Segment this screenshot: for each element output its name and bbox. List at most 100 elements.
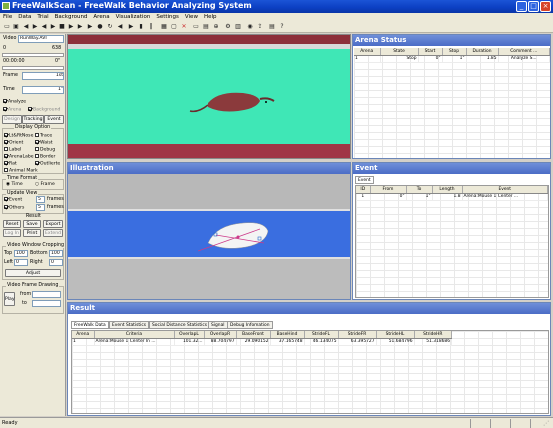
tab-tracking[interactable]: Tracking bbox=[22, 115, 44, 124]
col-overlap-r[interactable]: OverlapR bbox=[204, 331, 237, 339]
video-file-field[interactable]: RunWay.AVI bbox=[18, 35, 64, 43]
to-field[interactable] bbox=[32, 300, 61, 307]
end-icon[interactable]: ▶ bbox=[76, 23, 84, 31]
step-back-icon[interactable]: ◀ bbox=[40, 23, 48, 31]
table-row[interactable]: 1 Stop 0" 1" 1.85 Analyze S... bbox=[354, 55, 550, 63]
camera-icon[interactable]: ◉ bbox=[246, 23, 254, 31]
col-arena[interactable]: Arena bbox=[72, 331, 95, 339]
extend-button[interactable]: Extend bbox=[43, 229, 63, 237]
window-icon[interactable]: ▭ bbox=[192, 23, 200, 31]
option-label-cb[interactable]: Label bbox=[4, 147, 21, 153]
col-length[interactable]: Length bbox=[432, 186, 463, 194]
update-others-checkbox[interactable]: Others bbox=[4, 205, 24, 211]
time-slider[interactable] bbox=[2, 66, 64, 70]
layout-icon[interactable]: ▤ bbox=[202, 23, 210, 31]
save-button[interactable]: Save bbox=[23, 220, 41, 228]
play-forward-icon[interactable]: ▶ bbox=[49, 23, 57, 31]
next-icon[interactable]: ▶ bbox=[127, 23, 135, 31]
video-view[interactable] bbox=[67, 34, 351, 159]
tab-event-statistics[interactable]: Event Statistics bbox=[109, 321, 150, 329]
arena-icon[interactable]: ▢ bbox=[170, 23, 178, 31]
left-field[interactable]: 0 bbox=[14, 259, 28, 266]
col-from[interactable]: From bbox=[370, 186, 407, 194]
maximize-button[interactable]: □ bbox=[528, 1, 539, 12]
menu-trial[interactable]: Trial bbox=[34, 13, 51, 20]
col-start[interactable]: Start bbox=[418, 48, 443, 56]
col-state[interactable]: State bbox=[380, 48, 419, 56]
table-row[interactable]: 1 Arena:Mouse 1 Center In ... 101.32... … bbox=[72, 338, 452, 346]
menu-background[interactable]: Background bbox=[52, 13, 91, 20]
back-icon[interactable]: ◀ bbox=[116, 23, 124, 31]
col-to[interactable]: To bbox=[406, 186, 433, 194]
minimize-button[interactable]: _ bbox=[516, 1, 527, 12]
loop-icon[interactable]: ↻ bbox=[106, 23, 114, 31]
time-format-frame-radio[interactable]: ○ Frame bbox=[35, 182, 55, 187]
menu-help[interactable]: Help bbox=[201, 13, 220, 20]
table-row[interactable]: 1 0" 1" 1.8 Arena:Mouse 1 Center ... bbox=[356, 193, 548, 201]
option-rat[interactable]: Rat bbox=[4, 161, 17, 167]
col-base-hind[interactable]: BaseHind bbox=[270, 331, 305, 339]
pause-icon[interactable]: ‖ bbox=[147, 23, 155, 31]
resize-grip-icon[interactable]: ⋰ bbox=[543, 420, 551, 428]
reset-button[interactable]: Reset bbox=[3, 220, 21, 228]
col-stop[interactable]: Stop bbox=[442, 48, 467, 56]
grid-icon[interactable]: ▦ bbox=[160, 23, 168, 31]
col-id[interactable]: ID bbox=[356, 186, 371, 194]
top-field[interactable]: 100 bbox=[14, 250, 28, 257]
menu-settings[interactable]: Settings bbox=[153, 13, 182, 20]
option-orient[interactable]: Orient bbox=[4, 140, 23, 146]
event-frames-field[interactable]: 5 bbox=[36, 196, 45, 203]
tab-freewalk-data[interactable]: FreeWalk Data bbox=[71, 321, 109, 329]
close-button[interactable]: × bbox=[540, 1, 551, 12]
rewind-icon[interactable]: ◀ bbox=[22, 23, 30, 31]
play-button[interactable]: Play bbox=[4, 292, 15, 306]
right-field[interactable]: 0 bbox=[49, 259, 63, 266]
option-arena-label[interactable]: ArenaLabe bbox=[4, 154, 34, 160]
menu-visualization[interactable]: Visualization bbox=[113, 13, 154, 20]
time-format-time-radio[interactable]: ◉ Time bbox=[6, 182, 23, 187]
col-stride-hr[interactable]: StrideHR bbox=[414, 331, 452, 339]
option-border[interactable]: Border bbox=[35, 154, 55, 160]
tab-event[interactable]: Event bbox=[44, 115, 64, 124]
menu-arena[interactable]: Arena bbox=[90, 13, 112, 20]
step-icon[interactable]: ▶ bbox=[67, 23, 75, 31]
col-criteria[interactable]: Criteria bbox=[94, 331, 175, 339]
help-icon[interactable]: ? bbox=[278, 23, 286, 31]
tab-debug-info[interactable]: Debug Infomation bbox=[227, 321, 273, 329]
zoom-icon[interactable]: ⊕ bbox=[212, 23, 220, 31]
forward-icon[interactable]: ▶ bbox=[86, 23, 94, 31]
chart-icon[interactable]: ▥ bbox=[234, 23, 242, 31]
tab-signal[interactable]: Signal bbox=[208, 321, 228, 329]
col-event[interactable]: Event bbox=[462, 186, 548, 194]
export-icon[interactable]: ⇪ bbox=[256, 23, 264, 31]
save-icon[interactable]: ▣ bbox=[12, 23, 20, 31]
open-icon[interactable]: ▭ bbox=[3, 23, 11, 31]
update-event-checkbox[interactable]: Event bbox=[4, 197, 22, 203]
option-debug[interactable]: Debug bbox=[35, 147, 55, 153]
tab-social-distance[interactable]: Social Distance Statistics bbox=[149, 321, 211, 329]
play-icon[interactable]: ▶ bbox=[31, 23, 39, 31]
print-icon[interactable]: ▤ bbox=[268, 23, 276, 31]
marker-icon[interactable]: ▮ bbox=[137, 23, 145, 31]
record-icon[interactable]: ● bbox=[96, 23, 104, 31]
log-in-button[interactable]: Log In bbox=[3, 229, 21, 237]
col-arena[interactable]: Arena bbox=[354, 48, 381, 56]
option-lt-rt-nose[interactable]: Lt&RtNose bbox=[4, 133, 33, 139]
others-frames-field[interactable]: 5 bbox=[36, 204, 45, 211]
col-overlap-l[interactable]: OverlapL bbox=[174, 331, 205, 339]
stop-icon[interactable]: ■ bbox=[58, 23, 66, 31]
tab-design[interactable]: Design bbox=[2, 115, 22, 124]
export-button[interactable]: Export bbox=[43, 220, 63, 228]
menu-file[interactable]: File bbox=[0, 13, 15, 20]
col-stride-fr[interactable]: StrideFR bbox=[338, 331, 377, 339]
print-button[interactable]: Print bbox=[23, 229, 41, 237]
analyze-checkbox[interactable]: Analyze bbox=[3, 99, 26, 105]
option-animal-mark[interactable]: Animal Mark bbox=[4, 168, 38, 174]
cut-icon[interactable]: ✕ bbox=[180, 23, 188, 31]
option-outlier[interactable]: Outlierte bbox=[35, 161, 60, 167]
col-duration[interactable]: Duration bbox=[466, 48, 499, 56]
from-field[interactable] bbox=[32, 291, 61, 298]
col-stride-hl[interactable]: StrideHL bbox=[376, 331, 415, 339]
col-stride-fl[interactable]: StrideFL bbox=[304, 331, 339, 339]
settings-icon[interactable]: ⚙ bbox=[224, 23, 232, 31]
